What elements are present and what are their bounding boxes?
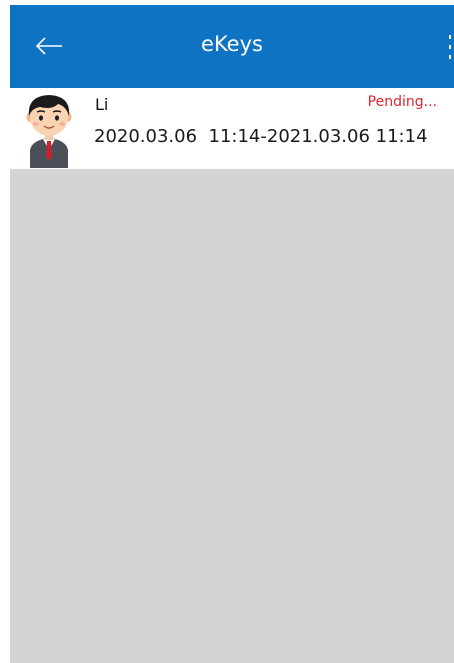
more-vertical-icon[interactable] [446, 33, 454, 61]
app-screen: eKeys Li Pending... 2020.03.06 11:14-202… [10, 5, 454, 663]
businessman-avatar-icon [26, 95, 72, 168]
header-bar: eKeys [10, 5, 454, 88]
ekey-list-item[interactable]: Li Pending... 2020.03.06 11:14-2021.03.0… [10, 88, 454, 169]
ekey-validity-period: 2020.03.06 11:14-2021.03.06 11:14 [94, 126, 428, 147]
page-title: eKeys [201, 32, 263, 56]
status-badge: Pending... [367, 94, 437, 110]
ekey-user-name: Li [95, 95, 109, 114]
